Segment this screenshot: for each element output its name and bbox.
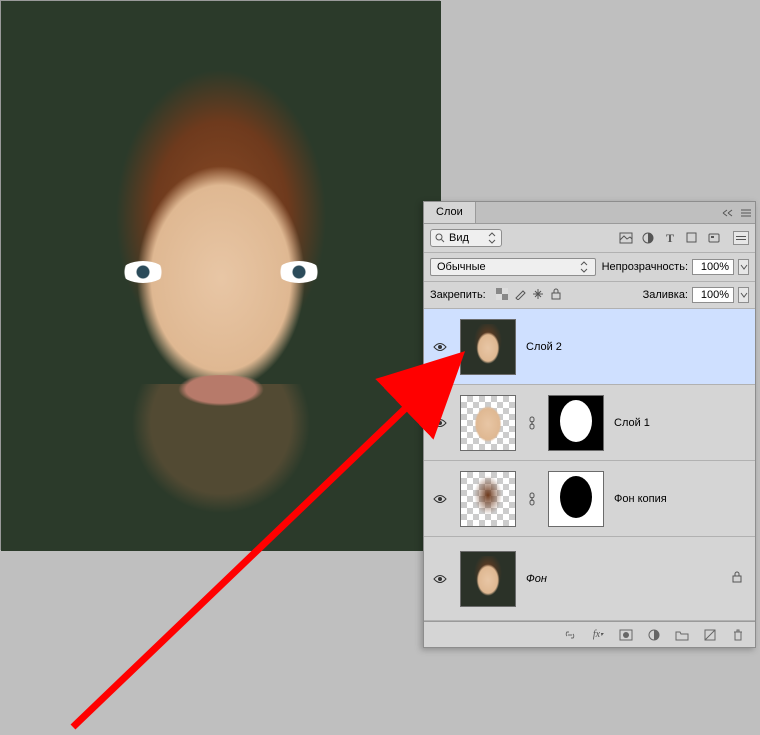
layer-thumbnail[interactable]: [460, 471, 516, 527]
fill-input[interactable]: 100%: [692, 287, 734, 303]
panel-menu-icon[interactable]: [737, 202, 755, 223]
layer-mask-thumbnail[interactable]: [548, 395, 604, 451]
adjust-icon[interactable]: [647, 628, 661, 642]
layer-kind-label: Вид: [449, 232, 469, 244]
layer-mask-thumbnail[interactable]: [548, 471, 604, 527]
layer-name[interactable]: Слой 1: [614, 417, 650, 429]
mask-link-icon[interactable]: [526, 416, 538, 430]
layer-row[interactable]: Фон: [424, 537, 755, 621]
eye-icon: [433, 574, 447, 584]
adjustment-filter-icon[interactable]: [641, 231, 655, 245]
document-image[interactable]: [1, 1, 441, 551]
layer-thumbnail[interactable]: [460, 395, 516, 451]
layer-row[interactable]: Слой 1: [424, 385, 755, 461]
chevron-updown-icon: [579, 261, 589, 273]
layer-name[interactable]: Слой 2: [526, 341, 562, 353]
tab-layers[interactable]: Слои: [424, 202, 476, 223]
chevron-updown-icon: [487, 232, 497, 244]
lock-position-icon[interactable]: [532, 288, 544, 303]
filter-row: Вид T: [424, 224, 755, 253]
smart-filter-icon[interactable]: [707, 231, 721, 245]
eye-icon: [433, 418, 447, 428]
canvas-area: [0, 0, 440, 550]
lock-pixels-icon[interactable]: [514, 288, 526, 303]
opacity-dropdown-icon[interactable]: [738, 259, 749, 275]
lock-all-icon[interactable]: [550, 288, 562, 303]
lock-transparency-icon[interactable]: [496, 288, 508, 303]
face-composite: [71, 67, 371, 507]
layers-panel: Слои Вид T Обычные Непрозрачность:: [423, 201, 756, 648]
mask-link-icon[interactable]: [526, 492, 538, 506]
visibility-toggle[interactable]: [430, 494, 450, 504]
fill-dropdown-icon[interactable]: [738, 287, 749, 303]
panel-footer: fx▾: [424, 621, 755, 647]
filter-toggle-icon[interactable]: [733, 231, 749, 245]
lock-icon: [731, 571, 743, 586]
blend-row: Обычные Непрозрачность: 100%: [424, 253, 755, 282]
blend-mode-select[interactable]: Обычные: [430, 258, 596, 276]
image-filter-icon[interactable]: [619, 231, 633, 245]
trash-icon[interactable]: [731, 628, 745, 642]
blend-mode-value: Обычные: [437, 261, 486, 273]
collapse-icon[interactable]: [719, 202, 737, 223]
eye-icon: [433, 342, 447, 352]
lock-row: Закрепить: Заливка: 100%: [424, 282, 755, 309]
visibility-toggle[interactable]: [430, 574, 450, 584]
layer-row[interactable]: Слой 2: [424, 309, 755, 385]
type-filter-icon[interactable]: T: [663, 231, 677, 245]
lock-label: Закрепить:: [430, 289, 486, 301]
group-icon[interactable]: [675, 628, 689, 642]
layer-name[interactable]: Фон копия: [614, 493, 667, 505]
visibility-toggle[interactable]: [430, 342, 450, 352]
mask-icon[interactable]: [619, 628, 633, 642]
layer-row[interactable]: Фон копия: [424, 461, 755, 537]
shape-filter-icon[interactable]: [685, 231, 699, 245]
fill-label: Заливка:: [643, 289, 688, 301]
visibility-toggle[interactable]: [430, 418, 450, 428]
eye-icon: [433, 494, 447, 504]
opacity-label: Непрозрачность:: [602, 261, 688, 273]
search-icon: [435, 233, 445, 243]
layers-list: Слой 2 Слой 1 Фон копия Фон: [424, 309, 755, 621]
link-icon[interactable]: [563, 628, 577, 642]
layer-thumbnail[interactable]: [460, 551, 516, 607]
layer-kind-select[interactable]: Вид: [430, 229, 502, 247]
layer-thumbnail[interactable]: [460, 319, 516, 375]
new-icon[interactable]: [703, 628, 717, 642]
fx-icon[interactable]: fx▾: [591, 628, 605, 642]
opacity-input[interactable]: 100%: [692, 259, 734, 275]
panel-tabbar: Слои: [424, 202, 755, 224]
layer-name[interactable]: Фон: [526, 573, 547, 585]
